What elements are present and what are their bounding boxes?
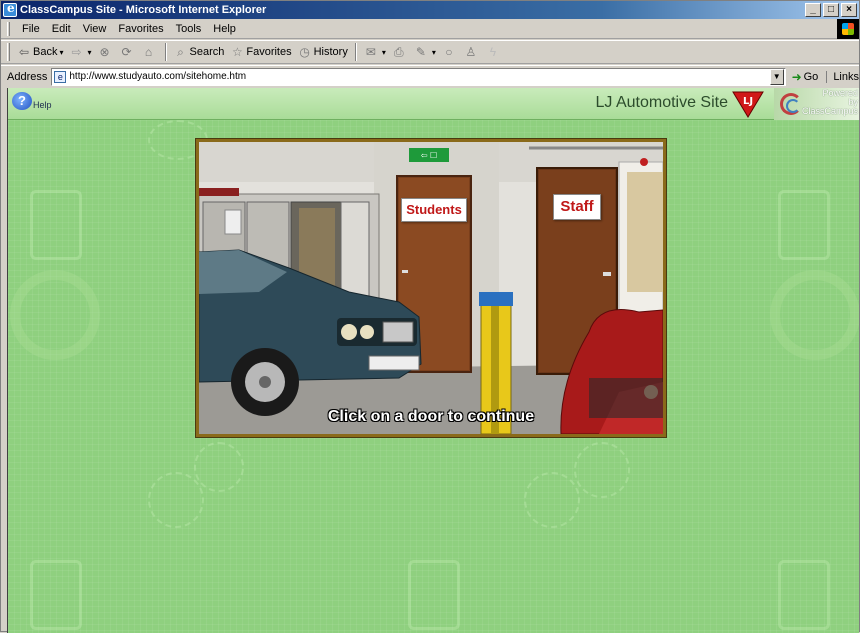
history-label: History bbox=[313, 46, 348, 58]
help-icon: ? bbox=[12, 92, 32, 110]
powered-line-3: ClassCampus bbox=[801, 106, 858, 116]
svg-text:⇦ ☐: ⇦ ☐ bbox=[421, 151, 437, 160]
classcampus-logo-icon bbox=[780, 93, 802, 115]
maximize-button[interactable]: □ bbox=[823, 3, 839, 17]
discuss-icon: ○ bbox=[445, 45, 453, 59]
search-label: Search bbox=[189, 46, 225, 58]
messenger-button[interactable]: ♙ bbox=[461, 42, 483, 62]
edit-button[interactable]: ✎ ▾ bbox=[411, 42, 439, 62]
messenger-icon: ♙ bbox=[465, 45, 477, 59]
piston-icon bbox=[408, 560, 460, 630]
home-icon: ⌂ bbox=[144, 45, 153, 59]
powered-by-text: Powered by ClassCampus bbox=[802, 89, 858, 116]
garage-scene-image: ⇦ ☐ Students Staff Click on a door to co… bbox=[199, 142, 663, 434]
menu-help[interactable]: Help bbox=[207, 23, 242, 35]
piston-icon bbox=[778, 560, 830, 630]
related-button[interactable]: ϟ bbox=[483, 42, 505, 62]
back-dropdown-icon[interactable]: ▾ bbox=[59, 48, 63, 57]
menu-tools[interactable]: Tools bbox=[170, 23, 208, 35]
home-button[interactable]: ⌂ bbox=[139, 42, 161, 62]
favorites-icon: ☆ bbox=[231, 45, 243, 59]
search-icon: ⌕ bbox=[177, 45, 184, 59]
site-header: ? Help LJ Automotive Site LJ Powered by … bbox=[8, 88, 859, 120]
site-title: LJ Automotive Site bbox=[595, 94, 728, 111]
toolbar-separator bbox=[354, 43, 357, 61]
standard-toolbar: ⇦ Back ▾ ⇨ ▾ ⊗ ⟳ ⌂ ⌕ Search ☆ Favorites … bbox=[1, 40, 859, 64]
address-dropdown-icon[interactable]: ▼ bbox=[769, 68, 784, 85]
history-button[interactable]: ◷ History bbox=[295, 42, 351, 62]
back-label: Back bbox=[33, 46, 58, 58]
mail-dropdown-icon[interactable]: ▾ bbox=[382, 48, 386, 57]
favorites-button[interactable]: ☆ Favorites bbox=[227, 42, 294, 62]
favorites-label: Favorites bbox=[246, 46, 292, 58]
window-title: ClassCampus Site - Microsoft Internet Ex… bbox=[20, 4, 267, 16]
close-button[interactable]: × bbox=[841, 3, 857, 17]
windows-logo-icon bbox=[837, 19, 859, 39]
forward-dropdown-icon[interactable]: ▾ bbox=[87, 48, 91, 57]
lj-logo-icon: LJ bbox=[732, 91, 764, 118]
refresh-icon: ⟳ bbox=[121, 45, 132, 59]
search-button[interactable]: ⌕ Search bbox=[171, 42, 228, 62]
svg-text:LJ: LJ bbox=[743, 96, 753, 107]
classcampus-badge[interactable]: Powered by ClassCampus bbox=[774, 88, 859, 120]
forward-button[interactable]: ⇨ ▾ bbox=[66, 42, 94, 62]
forward-arrow-icon: ⇨ bbox=[71, 45, 82, 59]
ie-icon bbox=[3, 1, 17, 17]
students-sign[interactable]: Students bbox=[401, 198, 467, 222]
address-url: http://www.studyauto.com/sitehome.htm bbox=[69, 71, 247, 82]
mail-button[interactable]: ✉ ▾ bbox=[361, 42, 389, 62]
back-arrow-icon: ⇦ bbox=[18, 45, 30, 59]
browser-window: ClassCampus Site - Microsoft Internet Ex… bbox=[0, 0, 860, 633]
piston-icon bbox=[30, 560, 82, 630]
wheel-icon bbox=[10, 270, 100, 360]
edit-dropdown-icon[interactable]: ▾ bbox=[432, 48, 436, 57]
gear-icon bbox=[148, 472, 204, 528]
staff-sign[interactable]: Staff bbox=[553, 194, 601, 220]
address-label: Address bbox=[7, 70, 48, 83]
edit-icon: ✎ bbox=[415, 45, 426, 59]
scene-frame: ⇦ ☐ Students Staff Click on a door to co… bbox=[196, 139, 666, 437]
help-label: Help bbox=[33, 100, 52, 110]
stop-icon: ⊗ bbox=[99, 45, 110, 59]
history-icon: ◷ bbox=[299, 45, 310, 59]
title-bar: ClassCampus Site - Microsoft Internet Ex… bbox=[1, 1, 859, 19]
wheel-icon bbox=[770, 270, 859, 360]
gear-icon bbox=[574, 442, 630, 498]
toolbar-grip bbox=[7, 43, 10, 61]
menu-favorites[interactable]: Favorites bbox=[112, 23, 169, 35]
page-viewport: ? Help LJ Automotive Site LJ Powered by … bbox=[7, 88, 859, 633]
print-button[interactable]: ⎙ bbox=[389, 42, 411, 62]
menu-edit[interactable]: Edit bbox=[46, 23, 77, 35]
menu-file[interactable]: File bbox=[16, 23, 46, 35]
refresh-button[interactable]: ⟳ bbox=[117, 42, 139, 62]
lightning-icon: ϟ bbox=[489, 45, 497, 59]
back-button[interactable]: ⇦ Back ▾ bbox=[14, 42, 66, 62]
stop-button[interactable]: ⊗ bbox=[95, 42, 117, 62]
discuss-button[interactable]: ○ bbox=[439, 42, 461, 62]
toolbar-separator bbox=[164, 43, 167, 61]
menu-view[interactable]: View bbox=[77, 23, 113, 35]
address-field[interactable]: e http://www.studyauto.com/sitehome.htm bbox=[51, 67, 786, 86]
minimize-button[interactable]: _ bbox=[805, 3, 821, 17]
gear-icon bbox=[524, 472, 580, 528]
links-button[interactable]: Links bbox=[826, 70, 859, 83]
piston-icon bbox=[30, 190, 82, 260]
menu-bar: File Edit View Favorites Tools Help bbox=[1, 19, 841, 39]
go-label: Go bbox=[803, 70, 819, 83]
gear-icon bbox=[194, 442, 244, 492]
page-icon: e bbox=[54, 70, 67, 83]
go-arrow-icon: ➜ bbox=[791, 69, 802, 84]
print-icon: ⎙ bbox=[394, 45, 404, 59]
mail-icon: ✉ bbox=[365, 45, 376, 59]
menu-grip bbox=[7, 21, 10, 36]
help-button[interactable]: ? Help bbox=[12, 92, 52, 110]
scene-caption: Click on a door to continue bbox=[327, 408, 535, 425]
address-bar: Address e http://www.studyauto.com/siteh… bbox=[1, 65, 859, 87]
piston-icon bbox=[778, 190, 830, 260]
go-button[interactable]: ➜ Go bbox=[792, 70, 819, 84]
